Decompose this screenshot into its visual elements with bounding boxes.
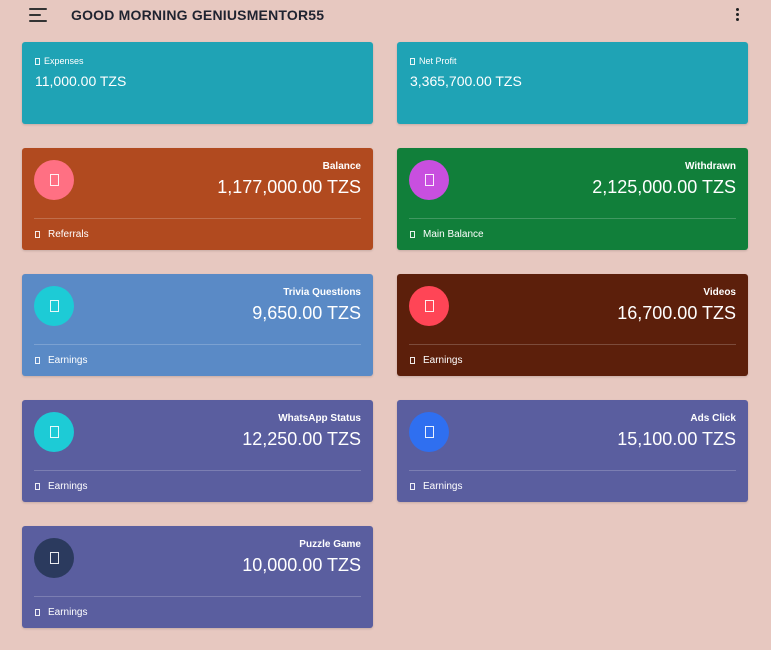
ads-click-card[interactable]: Ads Click 15,100.00 TZS Earnings bbox=[397, 400, 748, 502]
trivia-title: Trivia Questions bbox=[283, 287, 361, 298]
whatsapp-footer-text: Earnings bbox=[48, 481, 88, 492]
withdrawn-icon-circle bbox=[409, 160, 449, 200]
trivia-icon-circle bbox=[34, 286, 74, 326]
net-profit-value: 3,365,700.00 TZS bbox=[410, 73, 522, 89]
puzzle-icon bbox=[49, 552, 59, 564]
top-bar: GOOD MORNING GENIUSMENTOR55 bbox=[0, 0, 771, 32]
wallet-icon bbox=[410, 231, 415, 238]
puzzle-icon-circle bbox=[34, 538, 74, 578]
wallet-icon bbox=[35, 57, 40, 65]
divider bbox=[34, 596, 361, 597]
videos-card[interactable]: Videos 16,700.00 TZS Earnings bbox=[397, 274, 748, 376]
puzzle-amount: 10,000.00 TZS bbox=[242, 555, 361, 575]
expenses-value: 11,000.00 TZS bbox=[35, 73, 127, 89]
divider bbox=[34, 470, 361, 471]
ads-title: Ads Click bbox=[690, 413, 736, 424]
net-profit-label: Net Profit bbox=[410, 56, 457, 66]
videos-amount: 16,700.00 TZS bbox=[617, 303, 736, 323]
wallet-icon bbox=[49, 174, 59, 186]
earnings-icon bbox=[35, 609, 40, 616]
net-profit-card[interactable]: Net Profit 3,365,700.00 TZS bbox=[397, 42, 748, 124]
whatsapp-status-card[interactable]: WhatsApp Status 12,250.00 TZS Earnings bbox=[22, 400, 373, 502]
earnings-icon bbox=[410, 357, 415, 364]
kebab-more-icon[interactable] bbox=[732, 6, 744, 24]
balance-amount: 1,177,000.00 TZS bbox=[217, 177, 361, 197]
users-icon bbox=[35, 231, 40, 238]
whatsapp-icon bbox=[49, 426, 59, 438]
videos-title: Videos bbox=[703, 287, 736, 298]
withdrawn-amount: 2,125,000.00 TZS bbox=[592, 177, 736, 197]
ads-footer-text: Earnings bbox=[423, 481, 463, 492]
videos-icon-circle bbox=[409, 286, 449, 326]
divider bbox=[409, 470, 736, 471]
question-icon bbox=[49, 300, 59, 312]
withdrawn-card[interactable]: Withdrawn 2,125,000.00 TZS Main Balance bbox=[397, 148, 748, 250]
cursor-icon bbox=[424, 426, 434, 438]
videos-footer-text: Earnings bbox=[423, 355, 463, 366]
money-icon bbox=[424, 174, 434, 186]
ads-icon-circle bbox=[409, 412, 449, 452]
whatsapp-amount: 12,250.00 TZS bbox=[242, 429, 361, 449]
net-profit-label-text: Net Profit bbox=[419, 56, 457, 66]
whatsapp-footer: Earnings bbox=[35, 481, 87, 492]
divider bbox=[409, 218, 736, 219]
withdrawn-footer-text: Main Balance bbox=[423, 229, 484, 240]
trivia-footer-text: Earnings bbox=[48, 355, 88, 366]
withdrawn-footer: Main Balance bbox=[410, 229, 484, 240]
withdrawn-title: Withdrawn bbox=[684, 161, 736, 172]
puzzle-title: Puzzle Game bbox=[299, 539, 361, 550]
earnings-icon bbox=[410, 483, 415, 490]
divider bbox=[34, 218, 361, 219]
expenses-label-text: Expenses bbox=[44, 56, 84, 66]
hamburger-menu-icon[interactable] bbox=[29, 7, 47, 23]
chart-icon bbox=[410, 57, 415, 65]
puzzle-footer-text: Earnings bbox=[48, 607, 88, 618]
whatsapp-icon-circle bbox=[34, 412, 74, 452]
trivia-questions-card[interactable]: Trivia Questions 9,650.00 TZS Earnings bbox=[22, 274, 373, 376]
greeting-title: GOOD MORNING GENIUSMENTOR55 bbox=[71, 7, 325, 23]
expenses-card[interactable]: Expenses 11,000.00 TZS bbox=[22, 42, 373, 124]
whatsapp-title: WhatsApp Status bbox=[278, 413, 361, 424]
ads-amount: 15,100.00 TZS bbox=[617, 429, 736, 449]
earnings-icon bbox=[35, 357, 40, 364]
trivia-footer: Earnings bbox=[35, 355, 87, 366]
earnings-icon bbox=[35, 483, 40, 490]
expenses-label: Expenses bbox=[35, 56, 84, 66]
divider bbox=[34, 344, 361, 345]
balance-footer-text: Referrals bbox=[48, 229, 89, 240]
balance-card[interactable]: Balance 1,177,000.00 TZS Referrals bbox=[22, 148, 373, 250]
puzzle-footer: Earnings bbox=[35, 607, 87, 618]
balance-footer: Referrals bbox=[35, 229, 89, 240]
trivia-amount: 9,650.00 TZS bbox=[252, 303, 361, 323]
videos-footer: Earnings bbox=[410, 355, 462, 366]
video-icon bbox=[424, 300, 434, 312]
balance-icon-circle bbox=[34, 160, 74, 200]
balance-title: Balance bbox=[322, 161, 361, 172]
puzzle-game-card[interactable]: Puzzle Game 10,000.00 TZS Earnings bbox=[22, 526, 373, 628]
divider bbox=[409, 344, 736, 345]
ads-footer: Earnings bbox=[410, 481, 462, 492]
